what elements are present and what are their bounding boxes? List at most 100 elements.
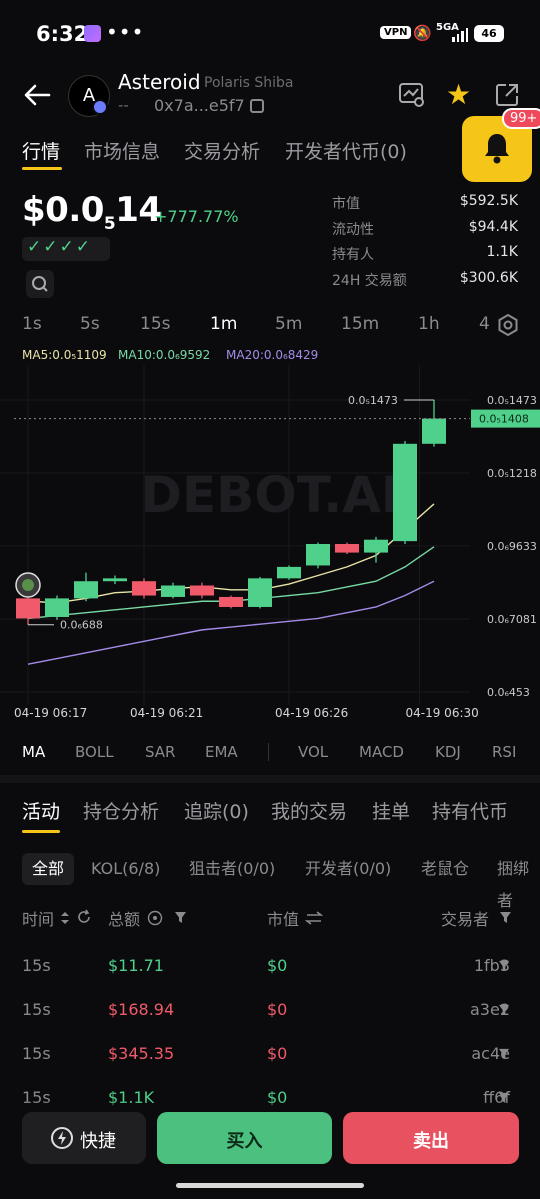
candle [248,578,272,607]
x-axis-ticks: 04-19 06:17 04-19 06:21 04-19 06:26 04-19 0… [14,706,479,720]
filter-chip-bundlers[interactable]: 捆绑者 [487,853,540,910]
signal-icon [452,28,468,42]
active-activity-tab-indicator [22,830,60,833]
vpn-badge: VPN [380,26,412,39]
filter-icon[interactable] [499,911,512,924]
tab-holdings-analysis[interactable]: 持仓分析 [83,797,159,824]
max-price-label: 0.0₅1473 [348,394,398,407]
candle [364,539,388,553]
tab-market-info[interactable]: 市场信息 [84,137,160,164]
filter-chip-all[interactable]: 全部 [22,853,75,885]
column-header-trader[interactable]: 交易者 [441,906,489,930]
indicator-rsi[interactable]: RSI [492,743,516,761]
row-time: 15s [22,956,51,975]
filter-icon[interactable] [174,911,187,924]
section-divider [0,775,540,783]
stat-label-liquidity: 流动性 [332,222,374,238]
current-price-label: 0.0₅1408 [479,413,529,426]
timeframe-5s[interactable]: 5s [80,314,100,334]
home-indicator[interactable] [176,1183,364,1188]
y-tick-label: 0.0₅1473 [487,394,537,407]
candle [74,581,98,599]
timeframe-15m[interactable]: 15m [341,314,379,334]
candle [335,543,359,553]
y-axis-ticks: 0.0₅1473 0.0₅1218 0.0₆9633 0.0₆7081 0.0₆453 [487,394,537,699]
trader-avatar[interactable] [15,572,41,598]
stat-label-volume: 24H 交易额 [332,273,407,289]
candle [277,566,301,579]
indicator-boll[interactable]: BOLL [75,743,114,761]
indicator-ma[interactable]: MA [22,743,45,761]
row-mcap: $0 [267,1000,288,1019]
tab-trade-analysis[interactable]: 交易分析 [184,137,260,164]
candle [306,543,330,566]
refresh-icon[interactable] [76,909,92,925]
indicator-sar[interactable]: SAR [145,743,175,761]
chart-watch-icon[interactable] [398,82,426,108]
row-time: 15s [22,1044,51,1063]
column-header-time[interactable]: 时间 [22,906,54,930]
favorite-star-icon[interactable]: ★ [446,80,471,110]
trader-filter-icon[interactable] [498,960,510,972]
stat-label-holders: 持有人 [332,247,374,263]
indicator-vol[interactable]: VOL [298,743,328,761]
row-amount: $345.35 [108,1044,175,1063]
indicator-kdj[interactable]: KDJ [435,743,461,761]
tab-activity[interactable]: 活动 [22,797,60,824]
sell-label: 卖出 [413,1131,449,1152]
timeframe-1m[interactable]: 1m [210,314,237,334]
candle [161,585,185,597]
tab-tracking[interactable]: 追踪(0) [184,797,249,824]
contract-address[interactable]: 0x7a...e5f7 [154,96,245,115]
stat-value-liquidity: $94.4K [468,219,518,235]
column-header-amount[interactable]: 总额 [108,906,140,930]
lightning-icon [51,1127,73,1149]
tab-held-tokens[interactable]: 持有代币 [432,797,508,824]
quick-trade-label: 快捷 [80,1131,116,1152]
candle [422,418,446,444]
chart-settings-icon[interactable] [496,313,520,337]
y-tick-label: 0.0₆453 [487,686,530,699]
timeframe-15s[interactable]: 15s [140,314,171,334]
stat-value-volume: $300.6K [459,270,518,286]
app-notification-icon [84,25,101,42]
indicator-macd[interactable]: MACD [359,743,404,761]
column-header-mcap[interactable]: 市值 [267,906,299,930]
price-chart[interactable]: DEBOT.AI 0.0₅1473 0.0₅1218 0.0₆9633 0.0₆708… [0,365,540,725]
price-change-percent: +777.77% [154,207,239,226]
row-mcap: $0 [267,1044,288,1063]
timeframe-1s[interactable]: 1s [22,314,42,334]
currency-toggle-icon[interactable] [147,910,163,926]
sort-icon[interactable] [60,911,70,925]
row-amount: $168.94 [108,1000,175,1019]
tab-market[interactable]: 行情 [22,137,60,164]
candle [190,585,214,596]
tab-dev-tokens[interactable]: 开发者代币(0) [285,137,407,164]
filter-chip-developers[interactable]: 开发者(0/0) [295,853,401,885]
swap-icon[interactable] [305,911,323,925]
trader-filter-icon[interactable] [498,1004,510,1016]
bell-icon [485,134,509,164]
battery-icon: 46 [474,25,504,42]
notification-count-badge: 99+ [502,108,540,129]
search-button[interactable] [26,270,54,298]
security-checks-badge[interactable]: ✓✓✓✓ [22,237,110,261]
ma5-legend: MA5:0.0₅1109 [22,348,107,362]
timeframe-1h[interactable]: 1h [418,314,440,334]
filter-chip-snipers[interactable]: 狙击者(0/0) [179,853,285,885]
filter-chip-kol[interactable]: KOL(6/8) [81,853,170,885]
tab-orders[interactable]: 挂单 [372,797,410,824]
copy-icon[interactable] [250,99,264,113]
indicator-divider [268,743,269,761]
tab-my-trades[interactable]: 我的交易 [271,797,347,824]
timeframe-5m[interactable]: 5m [275,314,302,334]
current-price: $0.0514 [22,190,162,234]
timeframe-4h[interactable]: 4 [479,314,490,334]
trader-filter-icon[interactable] [498,1048,510,1060]
indicator-ema[interactable]: EMA [205,743,238,761]
back-arrow-icon[interactable] [22,80,52,110]
stat-value-holders: 1.1K [486,244,518,260]
filter-chip-insiders[interactable]: 老鼠仓 [411,853,479,885]
share-icon[interactable] [494,82,520,108]
ma20-legend: MA20:0.0₆8429 [226,348,319,362]
